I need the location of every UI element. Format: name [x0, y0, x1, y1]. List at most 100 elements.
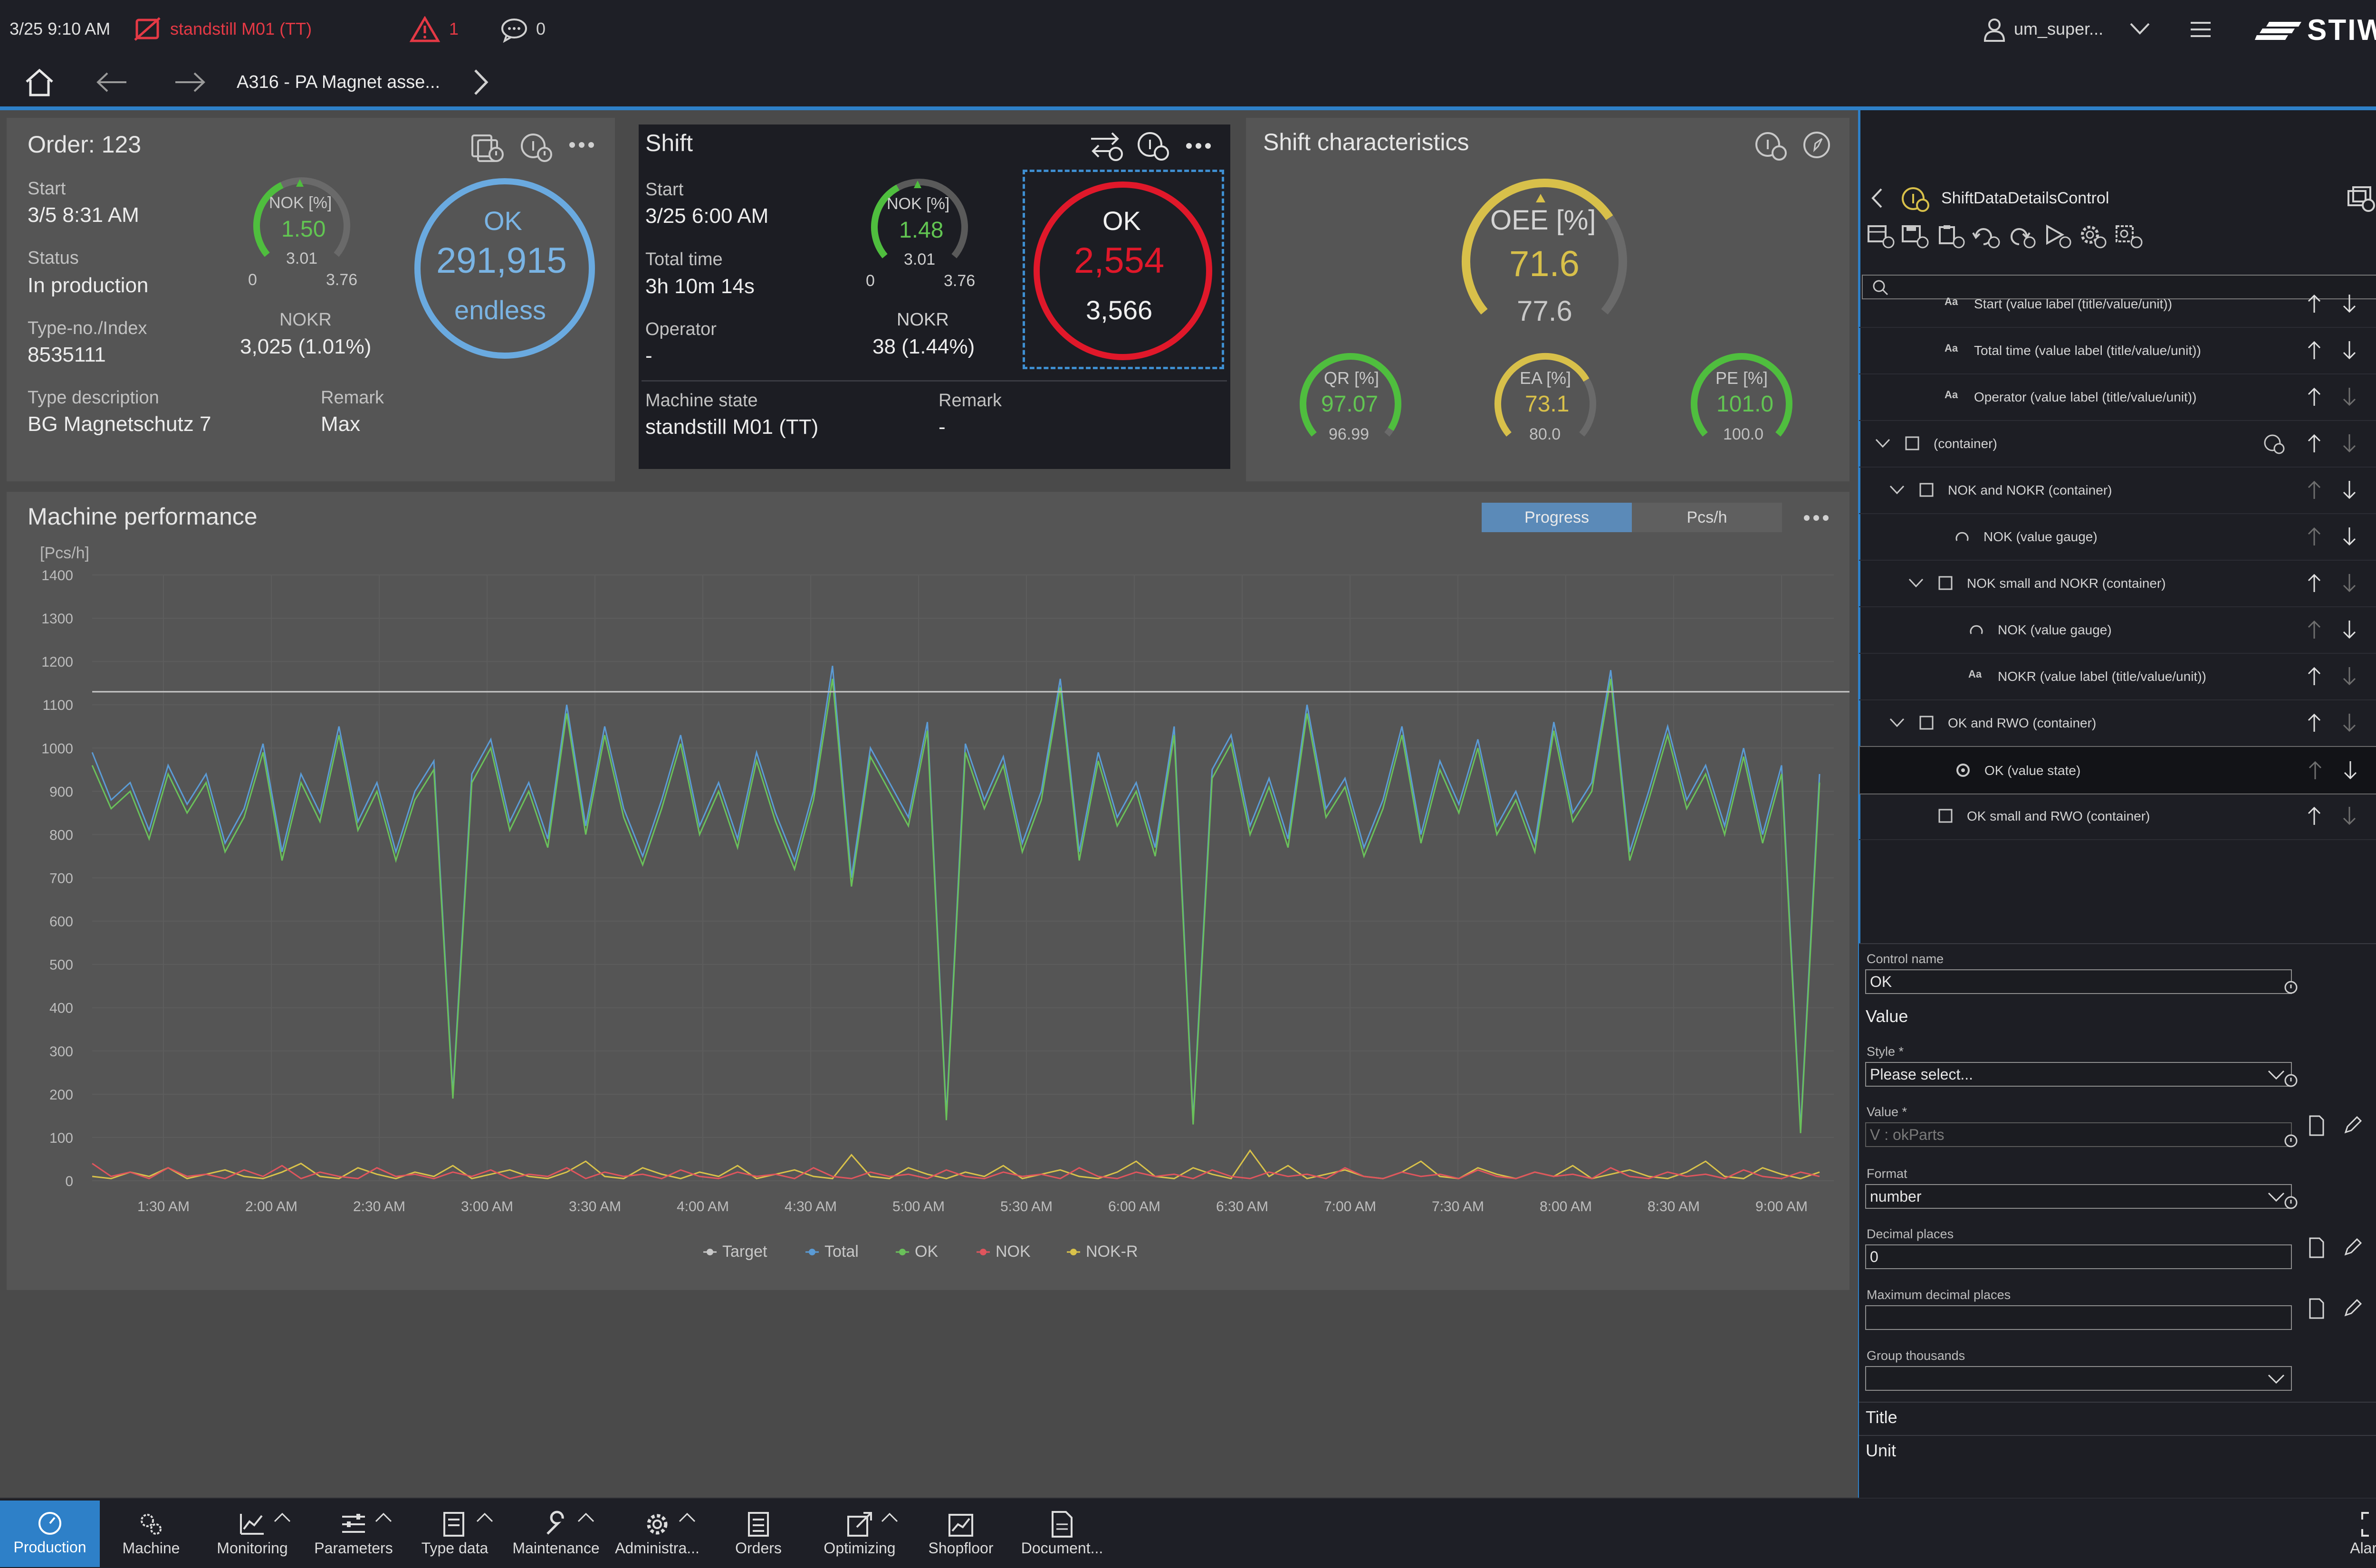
more-icon[interactable]	[567, 138, 596, 152]
tree-row[interactable]: Aa Total time (value label (title/value/u…	[1859, 327, 2376, 374]
move-down-arrow-icon[interactable]	[2341, 386, 2358, 408]
maxdec-field[interactable]	[1865, 1305, 2292, 1330]
compass-icon[interactable]	[1801, 129, 1832, 161]
submenu-caret-icon[interactable]	[475, 1511, 494, 1524]
submenu-caret-icon[interactable]	[273, 1511, 292, 1524]
add-control-icon[interactable]	[1867, 223, 1896, 250]
shift-info-icon[interactable]	[1135, 129, 1171, 163]
alarm-triangle-icon[interactable]	[410, 16, 440, 43]
move-up-arrow-icon[interactable]	[2306, 526, 2323, 547]
redo-icon[interactable]	[2008, 223, 2037, 250]
tree-row[interactable]: NOK small and NOKR (container)	[1859, 560, 2376, 607]
maxdec-document-icon[interactable]	[2307, 1297, 2326, 1320]
move-up-arrow-icon[interactable]	[2306, 619, 2323, 641]
user-name[interactable]: um_super...	[2014, 19, 2103, 39]
value-info-icon[interactable]	[2283, 1133, 2299, 1148]
tree-expand-chevron-icon[interactable]	[1875, 437, 1891, 449]
tree-row[interactable]: Aa NOKR (value label (title/value/unit))	[1859, 653, 2376, 700]
nav-maintenance[interactable]: Maintenance	[506, 1501, 606, 1568]
machine-state-text[interactable]: standstill M01 (TT)	[170, 19, 312, 39]
nav-administra[interactable]: Administra...	[607, 1501, 707, 1568]
group-select[interactable]	[1865, 1366, 2292, 1391]
style-select[interactable]: Please select...	[1865, 1062, 2292, 1087]
back-arrow-icon[interactable]	[95, 70, 128, 94]
move-down-arrow-icon[interactable]	[2341, 293, 2358, 315]
decimal-document-icon[interactable]	[2307, 1236, 2326, 1259]
run-preview-icon[interactable]	[2043, 223, 2073, 250]
tree-row[interactable]: OK small and RWO (container)	[1859, 793, 2376, 840]
tree-row[interactable]: Aa Start (value label (title/value/unit))	[1859, 280, 2376, 328]
nav-production[interactable]: Production	[0, 1501, 100, 1567]
nav-orders[interactable]: Orders	[709, 1501, 808, 1568]
move-down-arrow-icon[interactable]	[2341, 339, 2358, 361]
container-info-icon[interactable]	[2263, 433, 2287, 455]
submenu-caret-icon[interactable]	[576, 1511, 595, 1524]
title-section-header[interactable]: Title	[1866, 1407, 1897, 1427]
char-info-icon[interactable]	[1753, 129, 1789, 163]
tab-pcsh[interactable]: Pcs/h	[1632, 503, 1782, 532]
tree-expand-chevron-icon[interactable]	[1908, 577, 1924, 589]
value-edit-icon[interactable]	[2342, 1114, 2364, 1136]
style-info-icon[interactable]	[2283, 1073, 2299, 1088]
tree-row[interactable]: NOK and NOKR (container)	[1859, 467, 2376, 514]
chevron-down-icon[interactable]	[2129, 21, 2151, 37]
group-dropdown-icon[interactable]	[2267, 1372, 2286, 1386]
tree-row[interactable]: OK (value state)	[1859, 746, 2376, 794]
move-down-arrow-icon[interactable]	[2341, 712, 2358, 734]
info-settings-icon[interactable]	[518, 131, 554, 164]
nav-alarms[interactable]: Alarms	[2324, 1501, 2376, 1568]
nav-parameters[interactable]: Parameters	[304, 1501, 403, 1568]
decimal-field[interactable]: 0	[1865, 1244, 2292, 1269]
tree-expand-chevron-icon[interactable]	[1889, 484, 1905, 496]
tree-row[interactable]: NOK (value gauge)	[1859, 513, 2376, 561]
menu-icon[interactable]	[2190, 20, 2212, 39]
format-dropdown-icon[interactable]	[2267, 1190, 2286, 1204]
breadcrumb-chevron-icon[interactable]	[471, 67, 490, 98]
move-up-arrow-icon[interactable]	[2306, 572, 2323, 594]
maxdec-edit-icon[interactable]	[2342, 1297, 2364, 1319]
format-select[interactable]: number	[1865, 1184, 2292, 1209]
nav-monitoring[interactable]: Monitoring	[202, 1501, 302, 1568]
detach-icon[interactable]	[2347, 186, 2376, 213]
move-down-arrow-icon[interactable]	[2341, 619, 2358, 641]
move-down-arrow-icon[interactable]	[2342, 759, 2359, 781]
move-up-arrow-icon[interactable]	[2306, 339, 2323, 361]
submenu-caret-icon[interactable]	[880, 1511, 899, 1524]
tree-row[interactable]: Aa Operator (value label (title/value/uni…	[1859, 373, 2376, 421]
value-field[interactable]: V : okParts	[1865, 1122, 2292, 1147]
back-chevron-icon[interactable]	[1870, 186, 1884, 210]
nav-shopfloor[interactable]: Shopfloor	[911, 1501, 1011, 1568]
decimal-edit-icon[interactable]	[2342, 1236, 2364, 1258]
tree-expand-chevron-icon[interactable]	[1889, 717, 1905, 729]
tab-progress[interactable]: Progress	[1482, 503, 1632, 532]
tree-row[interactable]: OK and RWO (container)	[1859, 699, 2376, 747]
move-up-arrow-icon[interactable]	[2306, 665, 2323, 687]
move-down-arrow-icon[interactable]	[2341, 432, 2358, 454]
user-icon[interactable]	[1983, 17, 2006, 42]
control-name-field[interactable]: OK	[1865, 969, 2292, 994]
paste-control-icon[interactable]	[1937, 223, 1966, 250]
tree-row[interactable]: NOK (value gauge)	[1859, 606, 2376, 654]
forward-arrow-icon[interactable]	[173, 70, 207, 94]
control-name-info-icon[interactable]	[2283, 980, 2299, 995]
breadcrumb[interactable]: A316 - PA Magnet asse...	[237, 72, 440, 93]
move-up-arrow-icon[interactable]	[2306, 432, 2323, 454]
move-down-arrow-icon[interactable]	[2341, 526, 2358, 547]
copy-settings-icon[interactable]	[469, 131, 506, 164]
move-up-arrow-icon[interactable]	[2306, 386, 2323, 408]
save-control-icon[interactable]	[1901, 223, 1930, 250]
style-dropdown-icon[interactable]	[2267, 1068, 2286, 1081]
nav-optimizing[interactable]: Optimizing	[810, 1501, 910, 1568]
value-section-header[interactable]: Value	[1866, 1006, 1908, 1026]
value-document-icon[interactable]	[2307, 1114, 2326, 1137]
move-up-arrow-icon[interactable]	[2307, 759, 2324, 781]
move-up-arrow-icon[interactable]	[2306, 293, 2323, 315]
tree-row[interactable]: (container)	[1859, 420, 2376, 468]
move-up-arrow-icon[interactable]	[2306, 805, 2323, 827]
move-up-arrow-icon[interactable]	[2306, 712, 2323, 734]
home-icon[interactable]	[23, 67, 56, 98]
undo-icon[interactable]	[1972, 223, 2002, 250]
move-down-arrow-icon[interactable]	[2341, 572, 2358, 594]
layout-settings-icon[interactable]	[2115, 223, 2144, 250]
move-up-arrow-icon[interactable]	[2306, 479, 2323, 501]
